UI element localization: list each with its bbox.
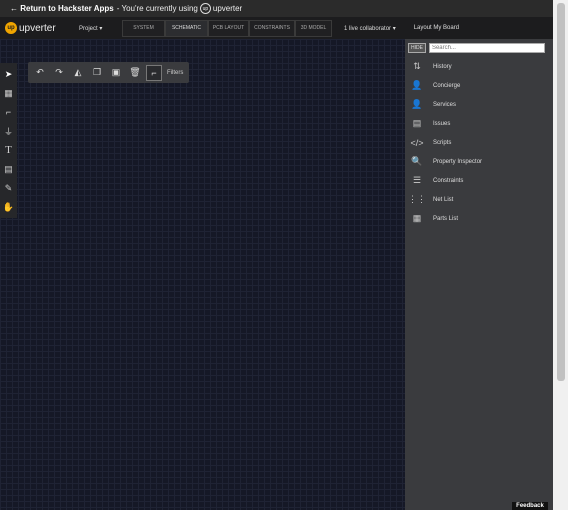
menu-item-label: Concierge	[433, 82, 461, 89]
brand-name: upverter	[19, 22, 56, 34]
history-icon: ⇅	[413, 61, 421, 71]
menu-item-concierge[interactable]: 👤 Concierge	[405, 76, 553, 95]
delete-icon[interactable]: 🗑	[127, 65, 143, 81]
using-text: - You're currently using	[116, 4, 198, 13]
menu-item-constraints[interactable]: ☰ Constraints	[405, 171, 553, 190]
issues-icon: ▤	[412, 118, 422, 128]
menu-item-property-inspector[interactable]: 🔍 Property Inspector	[405, 152, 553, 171]
menu-item-label: History	[433, 63, 452, 70]
menu-item-label: Services	[433, 101, 457, 108]
scrollbar-thumb[interactable]	[557, 3, 565, 381]
flip-icon[interactable]: ◭	[70, 65, 86, 81]
menu-item-label: Parts List	[433, 215, 459, 222]
scripts-icon: </>	[410, 137, 424, 148]
menu-item-services[interactable]: 👤 Services	[405, 95, 553, 114]
wire-mode-icon[interactable]: ⌐	[146, 64, 162, 81]
menu-item-label: Issues	[433, 120, 451, 127]
side-menu: ⇅ History 👤 Concierge 👤 Services ▤ Issues </…	[405, 57, 553, 228]
upverter-mark-icon: up	[5, 22, 17, 34]
pen-icon[interactable]: ✎	[2, 180, 16, 196]
page-scrollbar[interactable]	[553, 0, 568, 510]
menu-item-label: Property Inspector	[433, 158, 483, 165]
project-menu[interactable]: Project ▾	[79, 25, 117, 32]
tab-pcb-layout[interactable]: PCB LAYOUT	[208, 19, 249, 37]
services-icon: 👤	[411, 99, 423, 109]
app-navbar: up upverter Project ▾ SYSTEM SCHEMATIC P…	[0, 17, 553, 39]
menu-item-label: Net List	[433, 196, 454, 203]
return-link[interactable]: ← Return to Hackster Apps	[10, 4, 114, 13]
paste-icon[interactable]: ▣	[108, 65, 124, 81]
tab-schematic[interactable]: SCHEMATIC	[165, 19, 208, 37]
constraints-icon: ☰	[412, 175, 422, 185]
concierge-icon: 👤	[411, 80, 423, 90]
menu-item-label: Constraints	[433, 177, 464, 184]
side-panel: HIDE ⇅ History 👤 Concierge 👤 Services ▤ Issu…	[405, 39, 553, 510]
rotate-left-icon[interactable]: ↶	[32, 65, 48, 81]
wire-icon[interactable]: ⌐	[2, 104, 16, 120]
inspector-icon: 🔍	[411, 156, 423, 166]
menu-item-scripts[interactable]: </> Scripts	[405, 133, 553, 152]
schematic-canvas[interactable]	[0, 39, 405, 510]
return-bar: ← Return to Hackster Apps - You're curre…	[0, 0, 568, 17]
ground-icon[interactable]: ⏚	[2, 123, 16, 139]
collaborator-menu[interactable]: 1 live collaborator ▾	[344, 25, 396, 32]
upverter-logo-icon: up	[199, 3, 211, 14]
menu-item-label: Scripts	[433, 139, 452, 146]
layout-board-link[interactable]: Layout My Board	[414, 25, 459, 31]
menu-item-issues[interactable]: ▤ Issues	[405, 114, 553, 133]
filters-button[interactable]: Filters	[167, 70, 183, 76]
edit-toolbar: ↶ ↷ ◭ ❐ ▣ 🗑 ⌐ Filters	[28, 62, 189, 83]
topbar-brand: upverter	[212, 4, 243, 13]
text-icon[interactable]: T	[2, 142, 16, 158]
menu-item-history[interactable]: ⇅ History	[405, 57, 553, 76]
grid-icon[interactable]: ▦	[2, 85, 16, 101]
view-tabs: SYSTEM SCHEMATIC PCB LAYOUT CONSTRAINTS …	[122, 19, 332, 37]
tab-system[interactable]: SYSTEM	[122, 19, 165, 37]
menu-item-net-list[interactable]: ⋮⋮ Net List	[405, 190, 553, 209]
rotate-right-icon[interactable]: ↷	[51, 65, 67, 81]
tab-3d-model[interactable]: 3D MODEL	[295, 19, 332, 37]
partslist-icon: ▦	[412, 213, 422, 223]
search-input[interactable]	[428, 43, 545, 53]
tab-constraints[interactable]: CONSTRAINTS	[249, 19, 295, 37]
hide-panel-button[interactable]: HIDE	[408, 43, 426, 53]
feedback-button[interactable]: Feedback	[512, 502, 548, 510]
copy-icon[interactable]: ❐	[89, 65, 105, 81]
tool-palette: ➤ ▦ ⌐ ⏚ T ▤ ✎ ✋	[0, 63, 17, 218]
menu-item-parts-list[interactable]: ▦ Parts List	[405, 209, 553, 228]
note-icon[interactable]: ▤	[2, 161, 16, 177]
netlist-icon: ⋮⋮	[408, 194, 426, 204]
pointer-icon[interactable]: ➤	[2, 66, 16, 82]
brand-logo[interactable]: up upverter	[5, 22, 71, 34]
hand-icon[interactable]: ✋	[2, 199, 16, 215]
